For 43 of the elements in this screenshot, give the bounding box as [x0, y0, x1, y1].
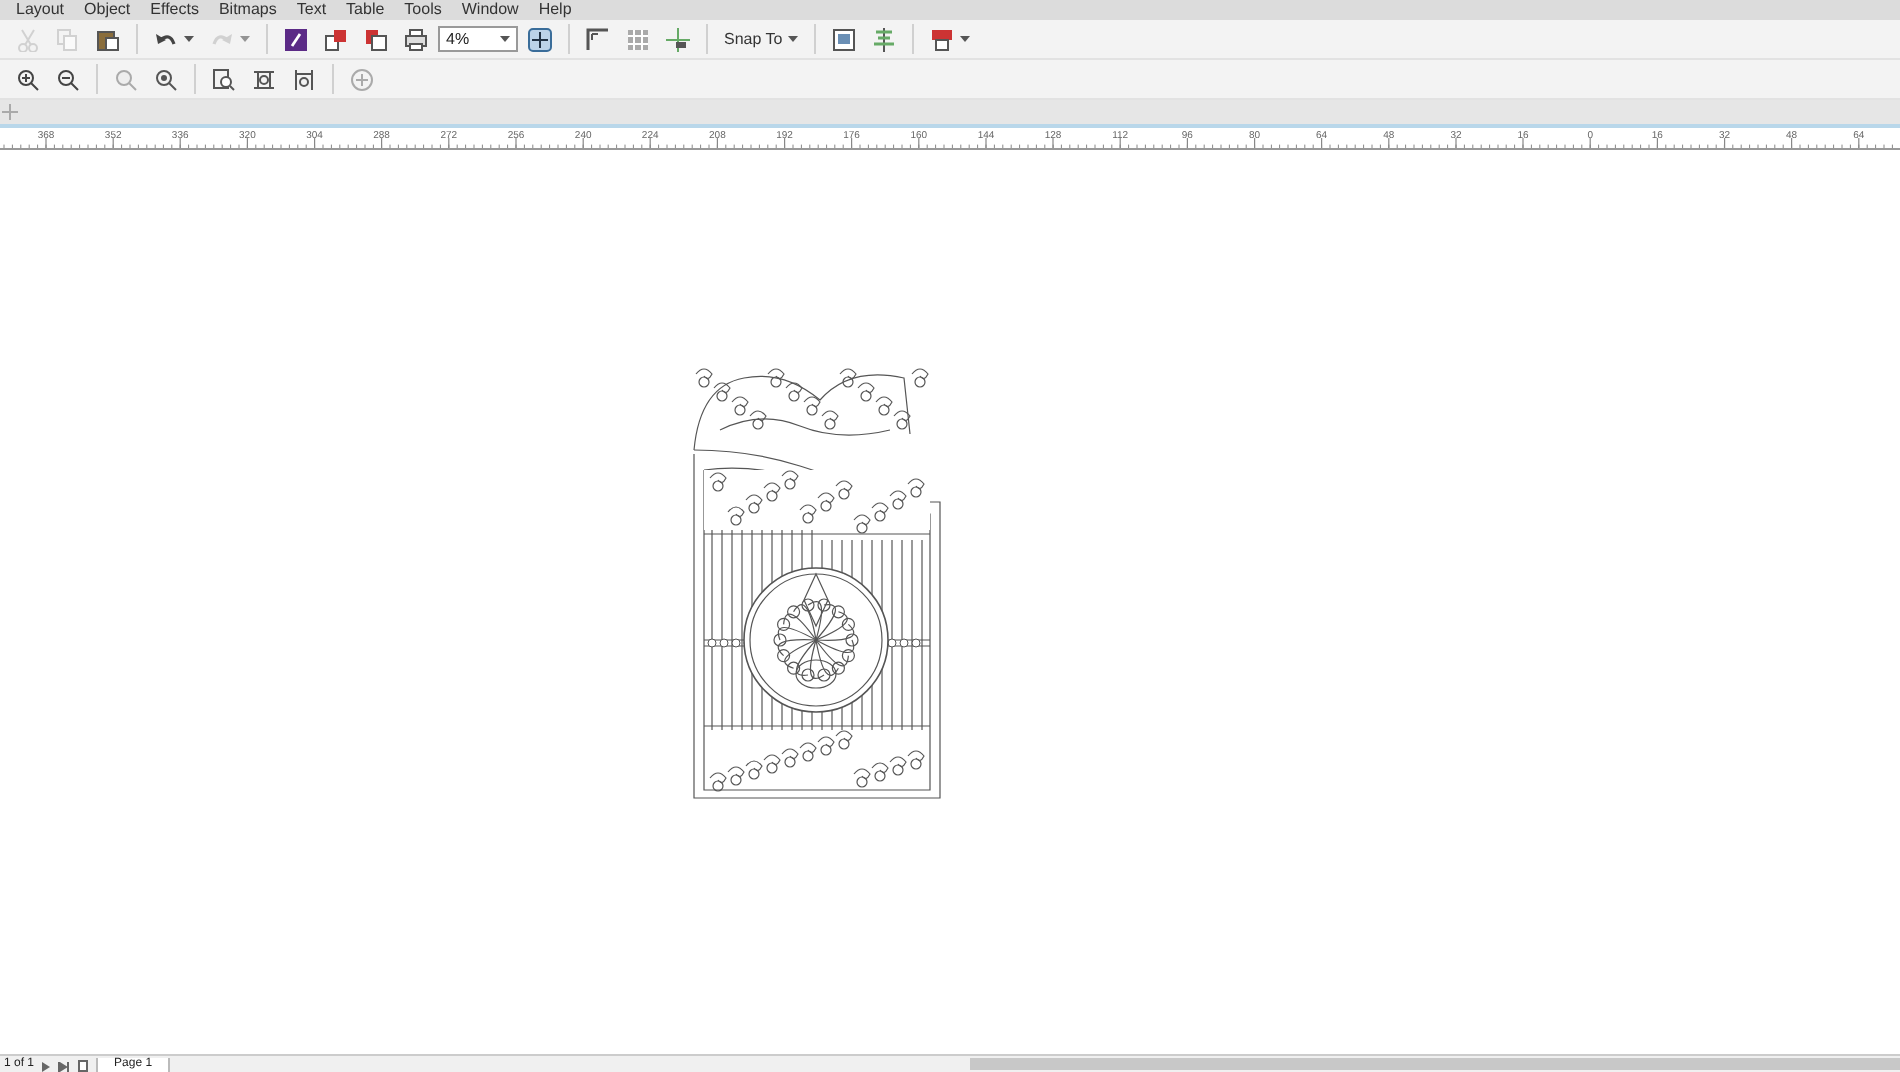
next-page-icon[interactable] — [42, 1062, 51, 1072]
menu-item[interactable]: Tools — [404, 0, 442, 20]
add-page-icon[interactable] — [78, 1060, 89, 1072]
caret-icon — [184, 36, 194, 42]
snap-to-dropdown[interactable]: Snap To — [718, 23, 805, 55]
menu-item[interactable]: Layout — [16, 0, 65, 20]
scrollbar[interactable] — [970, 1058, 1900, 1070]
last-page-icon[interactable] — [58, 1062, 71, 1072]
caret-icon — [788, 36, 799, 42]
grid-icon — [626, 27, 650, 51]
export-icon — [364, 27, 388, 51]
menu-item[interactable]: Help — [538, 0, 572, 20]
ruler-corner-icon — [586, 27, 610, 51]
scissors-icon — [16, 27, 40, 51]
menu-item[interactable]: Effects — [150, 0, 199, 20]
document-icon — [832, 27, 857, 51]
menu-item[interactable]: Object — [84, 0, 131, 20]
align-icon — [872, 27, 897, 51]
zoom-in-icon — [16, 67, 40, 91]
zoom-icon — [114, 67, 138, 91]
paste-icon — [96, 27, 120, 51]
menu-item[interactable]: Window — [461, 0, 519, 20]
zoom-level-field[interactable]: 4% — [438, 26, 518, 52]
printer-icon — [404, 27, 428, 51]
caret-icon — [240, 36, 250, 42]
zoom-page-icon — [212, 67, 236, 91]
add-circle-icon — [350, 67, 374, 91]
plus-square-button[interactable] — [522, 23, 558, 55]
zoom-width-icon — [252, 67, 276, 91]
app-launcher-icon — [284, 27, 308, 51]
menu-item[interactable]: Text — [296, 0, 327, 20]
zoom-icon — [154, 67, 178, 91]
import-icon — [324, 27, 348, 51]
caret-icon — [500, 36, 510, 42]
zoom-height-icon — [292, 67, 316, 91]
caret-icon — [960, 36, 971, 42]
zoom-out-icon — [56, 67, 80, 91]
plus-square-icon — [528, 27, 552, 51]
menu-item[interactable]: Table — [346, 0, 385, 20]
guides-icon — [666, 27, 690, 51]
copy-icon — [56, 27, 80, 51]
menu-item[interactable]: Bitmaps — [218, 0, 277, 20]
guides-button[interactable] — [660, 23, 696, 55]
